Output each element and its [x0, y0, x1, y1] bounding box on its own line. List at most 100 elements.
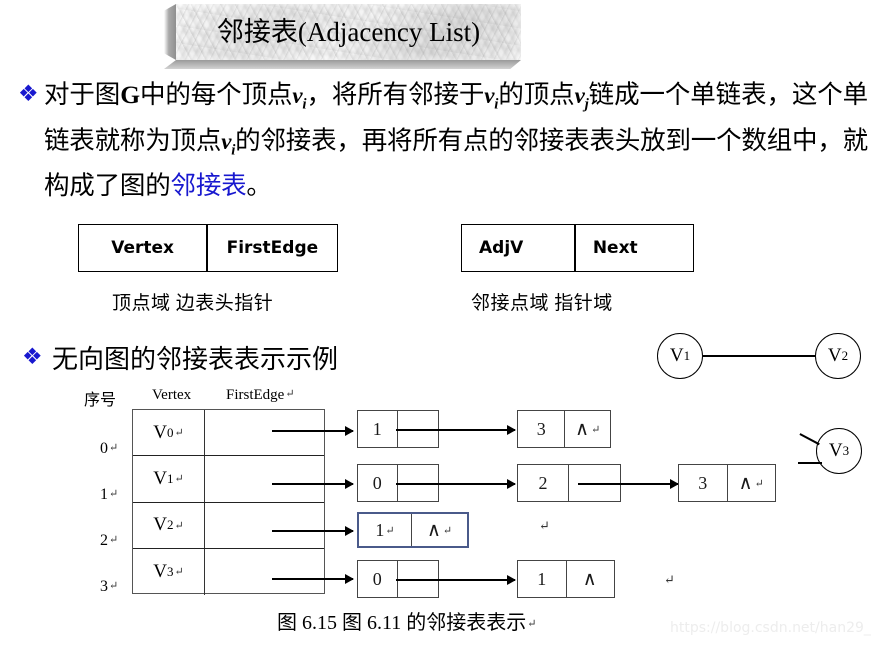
vertex-subscript: 2: [841, 348, 849, 363]
para-highlight-term: 邻接表: [170, 171, 247, 201]
vertex-struct-caption: 顶点域 边表头指针: [112, 293, 274, 314]
page-title: 邻接表(Adjacency List): [216, 17, 481, 47]
index-value: 1: [100, 486, 108, 503]
node-struct-table: AdjV Next: [461, 224, 694, 272]
struct-cell-next: Next: [592, 238, 638, 258]
node-data-cell: 0: [358, 465, 398, 501]
graph-vertex-v1: V1: [657, 333, 703, 379]
list-link-arrow-r3-0: [396, 574, 516, 585]
node-next-cell: ∧ ↵: [728, 465, 776, 501]
graph-edge-v3-upper: [799, 433, 820, 445]
para-seg-1: 对于图: [44, 80, 121, 109]
struct-cell-vertex: Vertex: [111, 238, 174, 258]
para-seg-7: 。: [246, 171, 272, 201]
array-vertex-cell-1: V 1 ↵: [133, 456, 205, 502]
para-vj: vj: [575, 83, 589, 113]
pilcrow-icon: ↵: [527, 618, 537, 630]
head-pointer-arrow-2: [272, 525, 354, 536]
index-value: 2: [100, 532, 108, 549]
para-vi-1: vi: [292, 83, 306, 113]
adjacency-array-table: V 0 ↵ V 1 ↵ V 2 ↵ V 3 ↵: [132, 409, 325, 595]
head-pointer-arrow-1: [272, 478, 354, 489]
array-firstedge-cell-2: [205, 503, 324, 548]
list-node-r2-n0: 1 ↵ ∧ ↵: [357, 512, 469, 548]
node-data-cell: 3: [679, 465, 728, 501]
intro-paragraph: 对于图G中的每个顶点vi，将所有邻接于vi的顶点vj链成一个单链表，这个单链表就…: [44, 77, 868, 204]
graph-edge-v3-lower: [798, 462, 822, 464]
pilcrow-icon: ↵: [754, 477, 764, 490]
vertex-letter: V: [153, 560, 167, 582]
para-seg-4: 的顶点: [498, 80, 575, 109]
nil-icon: ∧: [426, 519, 442, 541]
array-vertex-cell-0: V 0 ↵: [133, 410, 205, 456]
array-vertex-cell-3: V 3 ↵: [133, 548, 205, 595]
vertex-letter: V: [828, 440, 843, 461]
para-seg-3: ，将所有邻接于: [306, 80, 485, 109]
nil-icon: ∧: [738, 472, 754, 494]
list-node-r0-n1: 3 ∧ ↵: [517, 410, 611, 448]
vertex-subscript: 1: [683, 348, 691, 363]
node-data-cell: 1: [358, 411, 398, 447]
node-data-cell: 3: [518, 411, 566, 447]
pilcrow-icon: ↵: [442, 524, 453, 537]
vi-letter: v: [292, 83, 303, 108]
bullet-marker-1: ❖: [18, 81, 39, 106]
pilcrow-icon: ↵: [109, 534, 119, 546]
index-value: 3: [100, 578, 108, 595]
pilcrow-icon: ↵: [174, 566, 184, 579]
table-row: V 2 ↵: [133, 502, 324, 549]
node-value: 0: [372, 568, 382, 589]
node-value: 1: [372, 418, 382, 439]
pilcrow-icon: ↵: [591, 423, 601, 436]
section-heading-example: 无向图的邻接表表示示例: [52, 345, 339, 374]
vertex-letter: V: [827, 345, 842, 366]
array-vertex-cell-2: V 2 ↵: [133, 502, 205, 548]
pilcrow-icon: ↵: [109, 442, 119, 454]
vi-letter: v: [484, 83, 495, 108]
array-index-0: 0↵: [100, 440, 118, 458]
vi-letter: v: [221, 128, 232, 154]
node-value: 0: [372, 472, 382, 493]
firstedge-text: FirstEdge: [226, 387, 285, 403]
diagram-header-vertex: Vertex: [152, 387, 192, 403]
nil-icon: ∧: [582, 568, 598, 590]
list-link-arrow-r1-0: [396, 478, 516, 489]
array-index-1: 1↵: [100, 486, 118, 504]
node-value: 1: [375, 519, 385, 540]
array-index-3: 3↵: [100, 578, 118, 596]
bullet-marker-2: ❖: [22, 344, 43, 369]
graph-vertex-v3: V3: [816, 428, 862, 474]
node-data-cell: 0: [358, 561, 398, 597]
pilcrow-icon: ↵: [109, 580, 119, 592]
table-row: V 3 ↵: [133, 548, 324, 595]
array-firstedge-cell-1: [205, 456, 324, 501]
array-firstedge-cell-0: [205, 410, 324, 455]
node-next-cell: ∧: [567, 561, 615, 597]
vertex-letter: V: [669, 345, 684, 366]
diagram-header-firstedge: FirstEdge↵: [226, 387, 295, 404]
pilcrow-icon: ↵: [174, 427, 184, 440]
head-pointer-arrow-0: [272, 425, 354, 436]
graph-edge-v1-v2: [703, 355, 815, 357]
table-row: V 1 ↵: [133, 456, 324, 503]
node-value: 2: [538, 472, 548, 493]
vertex-letter: V: [153, 467, 167, 489]
watermark: https://blog.csdn.net/han29_: [670, 620, 871, 636]
vertex-subscript: 3: [842, 443, 850, 458]
table-row: V 0 ↵: [133, 410, 324, 457]
struct-cell-adjv: AdjV: [479, 238, 524, 258]
vertex-letter: V: [153, 421, 167, 443]
pilcrow-icon: ↵: [539, 518, 550, 533]
graph-vertex-v2: V2: [815, 333, 861, 379]
vertex-struct-table: Vertex FirstEdge: [78, 224, 338, 272]
pilcrow-icon: ↵: [664, 572, 675, 587]
para-graph-g: G: [120, 80, 140, 109]
nil-icon: ∧: [575, 418, 591, 440]
figure-caption: 图 6.15 图 6.11 的邻接表表示↵: [277, 606, 536, 635]
node-data-cell: 1 ↵: [359, 514, 413, 546]
node-value: 3: [536, 418, 546, 439]
node-value: 3: [698, 472, 708, 493]
para-seg-2: 中的每个顶点: [139, 80, 293, 109]
node-data-cell: 2: [518, 465, 569, 501]
para-vi-2: vi: [484, 83, 498, 113]
